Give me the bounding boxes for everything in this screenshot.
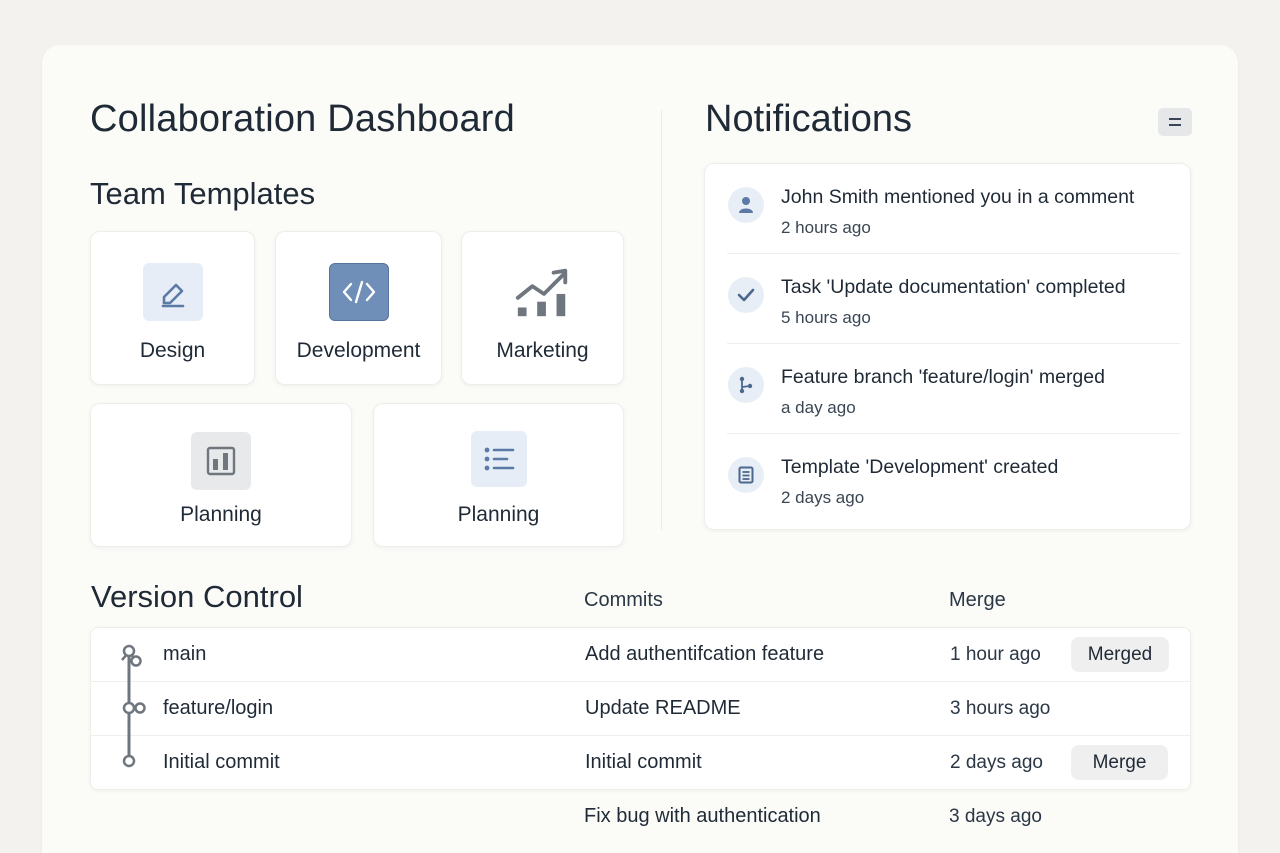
- merge-column-header: Merge: [949, 589, 1006, 611]
- notification-item[interactable]: Task 'Update documentation' completed 5 …: [705, 254, 1190, 344]
- table-row[interactable]: main Add authentifcation feature 1 hour …: [91, 628, 1190, 682]
- notification-time: 2 hours ago: [781, 218, 871, 237]
- code-icon: [328, 263, 389, 321]
- growth-chart-icon: [513, 263, 573, 321]
- branch-icon: [728, 367, 764, 403]
- commit-message: Initial commit: [585, 751, 702, 773]
- table-row[interactable]: Fix bug with authentication 3 days ago: [0, 790, 1280, 844]
- pencil-icon: [142, 263, 203, 321]
- template-card-design[interactable]: Design: [90, 231, 255, 385]
- column-divider: [661, 110, 662, 530]
- template-label: Planning: [180, 503, 262, 526]
- branch-name: feature/login: [163, 697, 274, 719]
- commit-message: Fix bug with authentication: [584, 805, 821, 827]
- commit-time: 2 days ago: [950, 752, 1043, 773]
- commit-time: 3 hours ago: [950, 698, 1051, 719]
- commit-message: Update README: [585, 697, 741, 719]
- template-card-marketing[interactable]: Marketing: [461, 231, 624, 385]
- commit-message: Add authentifcation feature: [585, 643, 825, 665]
- user-icon: [728, 187, 764, 223]
- notification-text: Template 'Development' created: [781, 456, 1059, 478]
- table-row[interactable]: feature/login Update README 3 hours ago: [91, 682, 1190, 736]
- notification-time: 5 hours ago: [781, 308, 871, 327]
- check-icon: [728, 277, 764, 313]
- notifications-menu-button[interactable]: [1158, 108, 1192, 136]
- list-icon: [470, 431, 527, 487]
- notification-time: 2 days ago: [781, 488, 865, 507]
- branch-name: main: [163, 643, 207, 665]
- merge-button[interactable]: Merge: [1071, 745, 1168, 780]
- template-card-planning-list[interactable]: Planning: [373, 403, 624, 547]
- template-label: Development: [296, 339, 421, 362]
- template-label: Marketing: [496, 339, 589, 362]
- notification-item[interactable]: Template 'Development' created 2 days ag…: [705, 434, 1190, 524]
- notification-time: a day ago: [781, 398, 856, 417]
- notifications-list: John Smith mentioned you in a comment 2 …: [704, 163, 1191, 530]
- menu-icon: [1169, 118, 1181, 126]
- template-card-planning[interactable]: Planning: [90, 403, 352, 547]
- page-title: Collaboration Dashboard: [90, 98, 515, 140]
- document-icon: [728, 457, 764, 493]
- merged-button[interactable]: Merged: [1071, 637, 1169, 672]
- template-label: Planning: [457, 503, 540, 526]
- notification-text: John Smith mentioned you in a comment: [781, 186, 1135, 208]
- notification-item[interactable]: Feature branch 'feature/login' merged a …: [705, 344, 1190, 434]
- commit-time: 1 hour ago: [950, 644, 1041, 665]
- notification-text: Feature branch 'feature/login' merged: [781, 366, 1105, 388]
- version-control-heading: Version Control: [91, 579, 303, 614]
- template-label: Design: [139, 339, 206, 362]
- notification-item[interactable]: John Smith mentioned you in a comment 2 …: [705, 164, 1190, 254]
- notification-text: Task 'Update documentation' completed: [781, 276, 1126, 298]
- notifications-heading: Notifications: [705, 98, 912, 140]
- branch-name: Initial commit: [163, 751, 280, 773]
- template-card-development[interactable]: Development: [275, 231, 442, 385]
- commit-time: 3 days ago: [949, 806, 1042, 827]
- commits-column-header: Commits: [584, 589, 663, 611]
- table-row[interactable]: Initial commit Initial commit 2 days ago…: [91, 736, 1190, 790]
- version-control-table: main Add authentifcation feature 1 hour …: [90, 627, 1191, 790]
- bar-chart-icon: [191, 432, 251, 490]
- templates-heading: Team Templates: [90, 176, 316, 211]
- branch-graph-icon: [121, 644, 146, 768]
